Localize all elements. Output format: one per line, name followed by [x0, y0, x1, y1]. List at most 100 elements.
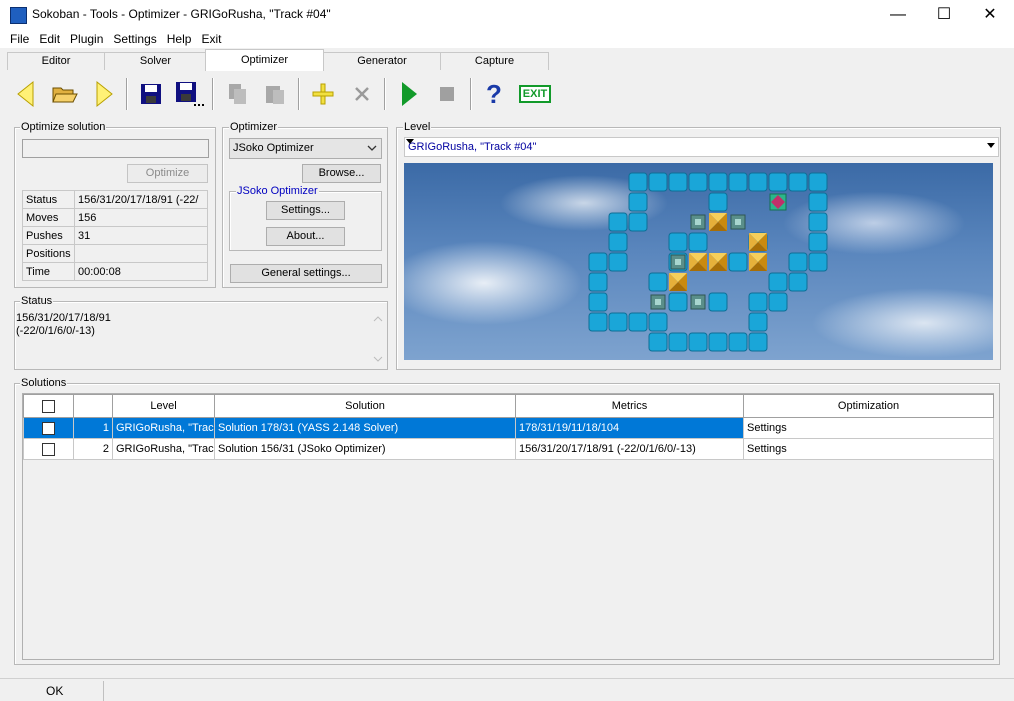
- solution-header[interactable]: Solution: [214, 394, 516, 418]
- browse-button[interactable]: Browse...: [302, 164, 381, 183]
- wall-tile: [628, 312, 648, 332]
- wall-tile: [808, 172, 828, 192]
- wall-tile: [708, 192, 728, 212]
- menu-file[interactable]: File: [5, 30, 34, 48]
- scroll-arrows-icon: [373, 316, 383, 362]
- wall-tile: [808, 192, 828, 212]
- row-optimization[interactable]: Settings: [743, 438, 994, 460]
- metrics-header[interactable]: Metrics: [515, 394, 744, 418]
- open-button[interactable]: [50, 78, 80, 110]
- save-button[interactable]: [136, 78, 166, 110]
- toolbar-separator: [212, 78, 214, 110]
- table-row[interactable]: 1 GRIGoRusha, "Trac Solution 178/31 (YAS…: [23, 417, 994, 439]
- menu-edit[interactable]: Edit: [34, 30, 65, 48]
- optimizer-about-button[interactable]: About...: [266, 227, 345, 246]
- row-checkbox-cell[interactable]: [23, 417, 74, 439]
- number-header: [73, 394, 113, 418]
- wall-tile: [808, 252, 828, 272]
- tab-editor[interactable]: Editor: [7, 52, 105, 70]
- solutions-label: Solutions: [20, 377, 68, 389]
- info-value: [74, 244, 208, 263]
- wall-tile: [748, 312, 768, 332]
- optimization-header[interactable]: Optimization: [743, 394, 994, 418]
- optimizer-select-value: JSoko Optimizer: [233, 142, 314, 154]
- paste-button[interactable]: [260, 78, 290, 110]
- cross-icon: [355, 87, 369, 101]
- floppy-disk-icon: [141, 84, 161, 104]
- minimize-button[interactable]: —: [875, 0, 921, 30]
- close-button[interactable]: ✕: [967, 0, 1013, 30]
- wall-tile: [688, 172, 708, 192]
- row-checkbox[interactable]: [42, 421, 55, 435]
- optimize-button[interactable]: Optimize: [127, 164, 208, 183]
- wall-tile: [708, 172, 728, 192]
- tab-solver[interactable]: Solver: [104, 52, 207, 70]
- goal-tile: [690, 294, 706, 310]
- title-bar: Sokoban - Tools - Optimizer - GRIGoRusha…: [0, 0, 1014, 30]
- delete-button[interactable]: [347, 78, 377, 110]
- box-tile: [689, 253, 707, 271]
- add-button[interactable]: [308, 78, 338, 110]
- exit-button[interactable]: EXIT: [515, 78, 555, 110]
- wall-tile: [708, 332, 728, 352]
- sokoban-board: [588, 172, 828, 352]
- help-button[interactable]: ?: [479, 78, 509, 110]
- wall-tile: [648, 272, 668, 292]
- row-optimization[interactable]: Settings: [743, 417, 994, 439]
- next-level-button[interactable]: [90, 78, 120, 110]
- status-text-area[interactable]: 156/31/20/17/18/91 (-22/0/1/6/0/-13): [16, 312, 370, 364]
- general-settings-button[interactable]: General settings...: [230, 264, 382, 283]
- tab-generator[interactable]: Generator: [323, 52, 441, 70]
- wall-tile: [788, 172, 808, 192]
- wall-tile: [588, 272, 608, 292]
- stop-button[interactable]: [432, 78, 462, 110]
- info-label: Status: [22, 190, 75, 209]
- tab-optimizer[interactable]: Optimizer: [205, 49, 324, 71]
- level-header[interactable]: Level: [112, 394, 215, 418]
- menu-bar: File Edit Plugin Settings Help Exit: [0, 30, 1014, 48]
- paste-icon: [266, 86, 284, 104]
- solution-field[interactable]: [22, 139, 209, 158]
- wall-tile: [808, 212, 828, 232]
- copy-button[interactable]: [222, 78, 252, 110]
- info-row-moves: Moves 156: [22, 208, 208, 227]
- optimize-info-table: Status 156/31/20/17/18/91 (-22/ Moves 156 …: [22, 190, 208, 281]
- wall-tile: [688, 332, 708, 352]
- info-label: Pushes: [22, 226, 75, 245]
- level-select[interactable]: GRIGoRusha, "Track #04": [404, 137, 999, 157]
- wall-tile: [788, 252, 808, 272]
- select-all-checkbox[interactable]: [42, 399, 55, 413]
- status-scrollbar[interactable]: [371, 312, 385, 366]
- goal-tile: [730, 214, 746, 230]
- menu-plugin[interactable]: Plugin: [65, 30, 108, 48]
- table-row[interactable]: 2 GRIGoRusha, "Trac Solution 156/31 (JSo…: [23, 438, 994, 460]
- optimizer-settings-button[interactable]: Settings...: [266, 201, 345, 220]
- maximize-button[interactable]: ☐: [921, 0, 967, 30]
- info-row-time: Time 00:00:08: [22, 262, 208, 281]
- select-all-header[interactable]: [23, 394, 74, 418]
- window-title: Sokoban - Tools - Optimizer - GRIGoRusha…: [32, 7, 331, 21]
- box-tile: [669, 273, 687, 291]
- level-select-value: GRIGoRusha, "Track #04": [408, 141, 537, 153]
- wall-tile: [608, 252, 628, 272]
- save-as-button[interactable]: [174, 78, 204, 110]
- tab-capture[interactable]: Capture: [440, 52, 549, 70]
- menu-settings[interactable]: Settings: [108, 30, 161, 48]
- previous-level-button[interactable]: [10, 78, 40, 110]
- menu-help[interactable]: Help: [162, 30, 197, 48]
- row-checkbox-cell[interactable]: [23, 438, 74, 460]
- level-board[interactable]: [404, 163, 993, 360]
- info-label: Time: [22, 262, 75, 281]
- optimizer-select[interactable]: JSoko Optimizer: [229, 138, 382, 159]
- row-solution: Solution 178/31 (YASS 2.148 Solver): [214, 417, 516, 439]
- status-line-2: (-22/0/1/6/0/-13): [16, 325, 95, 337]
- app-icon: [10, 7, 27, 24]
- wall-tile: [768, 172, 788, 192]
- run-button[interactable]: [394, 78, 424, 110]
- open-folder-icon: [52, 87, 78, 103]
- info-row-status: Status 156/31/20/17/18/91 (-22/: [22, 190, 208, 209]
- row-checkbox[interactable]: [42, 442, 55, 456]
- wall-tile: [808, 232, 828, 252]
- menu-exit[interactable]: Exit: [196, 30, 226, 48]
- status-bar-divider: [103, 681, 104, 701]
